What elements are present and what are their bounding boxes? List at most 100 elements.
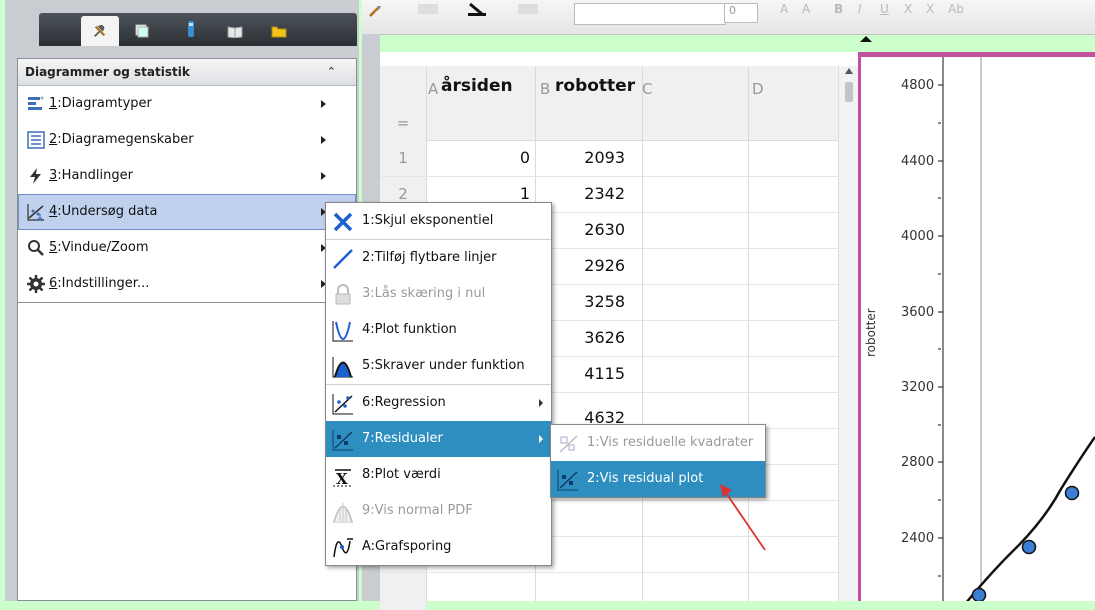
svg-text:X: X [336, 470, 348, 487]
graph-pane[interactable]: robotter 4800 4400 4000 3600 3200 2800 2… [858, 52, 1095, 601]
menu-item-undersog-data[interactable]: 4:Undersøg data [18, 194, 356, 230]
menu-item-key: 3 [49, 168, 58, 183]
font-size-input[interactable]: 0 [724, 3, 758, 23]
submenu-item-label: 5:Skraver under funktion [362, 358, 525, 373]
submenu-item-label: 8:Plot værdi [362, 467, 441, 482]
submenu-item-label: 2:Vis residual plot [587, 471, 704, 486]
tab-calculator[interactable] [187, 21, 195, 41]
submenu-item-residuals[interactable]: 7:Residualer [326, 421, 551, 457]
cell-b3[interactable]: 2630 [545, 220, 625, 239]
cell-b1[interactable]: 2093 [545, 148, 625, 167]
submenu-item-add-movable-line[interactable]: 2:Tilføj flytbare linjer [326, 239, 551, 276]
submenu-item-residual-squares[interactable]: 1:Vis residuelle kvadrater [551, 425, 765, 461]
formula-row [380, 110, 838, 141]
residuals-icon [332, 430, 353, 451]
submenu-item-label: 7:Residualer [362, 431, 443, 446]
row-number[interactable]: 1 [380, 149, 426, 167]
document-icon [135, 24, 149, 38]
column-letter-d: D [752, 80, 764, 98]
submenu-item-graph-trace[interactable]: A:Grafsporing [326, 529, 551, 565]
submenu-item-plot-function[interactable]: 4:Plot funktion [326, 312, 551, 348]
menu-item-key: 2 [49, 132, 58, 147]
y-axis-ticks [938, 84, 943, 539]
data-point [1064, 485, 1080, 501]
submenu-item-label: 1:Vis residuelle kvadrater [587, 435, 754, 450]
line-style-icon[interactable] [518, 4, 538, 14]
column-letter-c: C [642, 80, 653, 98]
superscript-button[interactable]: X [926, 2, 934, 16]
cell-b2[interactable]: 2342 [545, 184, 625, 203]
menu-item-label: Vindue/Zoom [61, 240, 149, 255]
residual-plot-icon [557, 470, 578, 491]
lightning-icon [30, 168, 41, 184]
tab-tools[interactable] [81, 16, 119, 46]
italic-button[interactable]: I [858, 2, 862, 16]
submenu-item-label: 2:Tilføj flytbare linjer [362, 250, 497, 265]
pane-resize-icon[interactable] [860, 36, 872, 42]
bold-button[interactable]: B [834, 2, 843, 16]
menu-item-label: Diagramtyper [61, 96, 152, 111]
submenu-item-regression[interactable]: 6:Regression [326, 384, 551, 421]
submenu-item-label: 4:Plot funktion [362, 322, 457, 337]
menu-item-label: Diagramegenskaber [61, 132, 194, 147]
residual-squares-icon [559, 435, 578, 453]
shade-under-function-icon [332, 357, 353, 378]
column-letter-a: A [428, 80, 439, 98]
menu-panel-title: Diagrammer og statistik [25, 65, 190, 79]
cell-b7[interactable]: 4115 [545, 364, 625, 383]
submenu-item-normal-pdf[interactable]: 9:Vis normal PDF [326, 493, 551, 529]
subscript-button[interactable]: X [904, 2, 912, 16]
tab-library[interactable] [227, 23, 243, 42]
regression-icon [332, 394, 353, 415]
menu-item-diagramtyper[interactable]: 1:Diagramtyper [18, 86, 356, 122]
close-x-icon [333, 212, 353, 232]
tools-icon[interactable] [368, 4, 384, 18]
menu-item-key: 4 [49, 204, 58, 219]
menu-item-handlinger[interactable]: 3:Handlinger [18, 158, 356, 194]
scatter-plot[interactable] [861, 57, 1095, 601]
scroll-thumb[interactable] [845, 82, 853, 102]
scroll-up-icon[interactable] [845, 68, 853, 74]
submenu-item-lock-intercept[interactable]: 3:Lås skæring i nul [326, 276, 551, 312]
submenu-item-hide-exponential[interactable]: 1:Skjul eksponentiel [326, 203, 551, 239]
tab-files[interactable] [271, 23, 287, 42]
submenu-arrow-icon [321, 172, 326, 180]
left-panel: Diagrammer og statistik ⌃ 1:Diagramtyper… [5, 0, 359, 601]
row-number[interactable]: 2 [380, 185, 426, 203]
cell-b5[interactable]: 3258 [545, 292, 625, 311]
cell-b6[interactable]: 3626 [545, 328, 625, 347]
movable-line-icon [333, 249, 353, 269]
folder-icon [271, 26, 287, 38]
underline-button[interactable]: U [880, 2, 889, 16]
fill-color-icon[interactable] [418, 4, 438, 14]
submenu-item-shade-under-function[interactable]: 5:Skraver under funktion [326, 348, 551, 384]
spreadsheet-scrollbar[interactable] [838, 66, 859, 601]
formula-marker: = [396, 114, 410, 132]
menu-item-key: 5 [49, 240, 58, 255]
cell-a1[interactable]: 0 [450, 148, 530, 167]
column-name-b[interactable]: robotter [555, 76, 635, 96]
column-name-a[interactable]: årsiden [441, 76, 513, 96]
menu-item-indstillinger[interactable]: 6:Indstillinger... [18, 266, 356, 302]
menu-list: 1:Diagramtyper 2:Diagramegenskaber 3:Han… [18, 86, 356, 303]
menu-item-label: Undersøg data [61, 204, 158, 219]
tab-document[interactable] [135, 23, 149, 42]
text-style-button[interactable]: Ab [948, 2, 964, 16]
text-color-icon[interactable] [466, 2, 488, 16]
decrease-font-button[interactable]: A [802, 2, 810, 16]
increase-font-button[interactable]: A [780, 2, 788, 16]
cell-a2[interactable]: 1 [450, 184, 530, 203]
y-axis-minor-ticks [938, 122, 941, 577]
submenu-item-plot-value[interactable]: X 8:Plot værdi [326, 457, 551, 493]
calculator-icon [188, 21, 194, 37]
submenu-arrow-icon [539, 399, 543, 407]
menu-item-vindue-zoom[interactable]: 5:Vindue/Zoom [18, 230, 356, 266]
menu-item-diagramegenskaber[interactable]: 2:Diagramegenskaber [18, 122, 356, 158]
collapse-icon[interactable]: ⌃ [327, 59, 336, 85]
font-name-input[interactable] [574, 3, 726, 25]
menu-panel-header[interactable]: Diagrammer og statistik ⌃ [18, 59, 356, 86]
gear-icon [27, 275, 45, 293]
cell-b4[interactable]: 2926 [545, 256, 625, 275]
data-point [1021, 539, 1037, 555]
analyze-data-submenu: 1:Skjul eksponentiel 2:Tilføj flytbare l… [325, 202, 552, 566]
